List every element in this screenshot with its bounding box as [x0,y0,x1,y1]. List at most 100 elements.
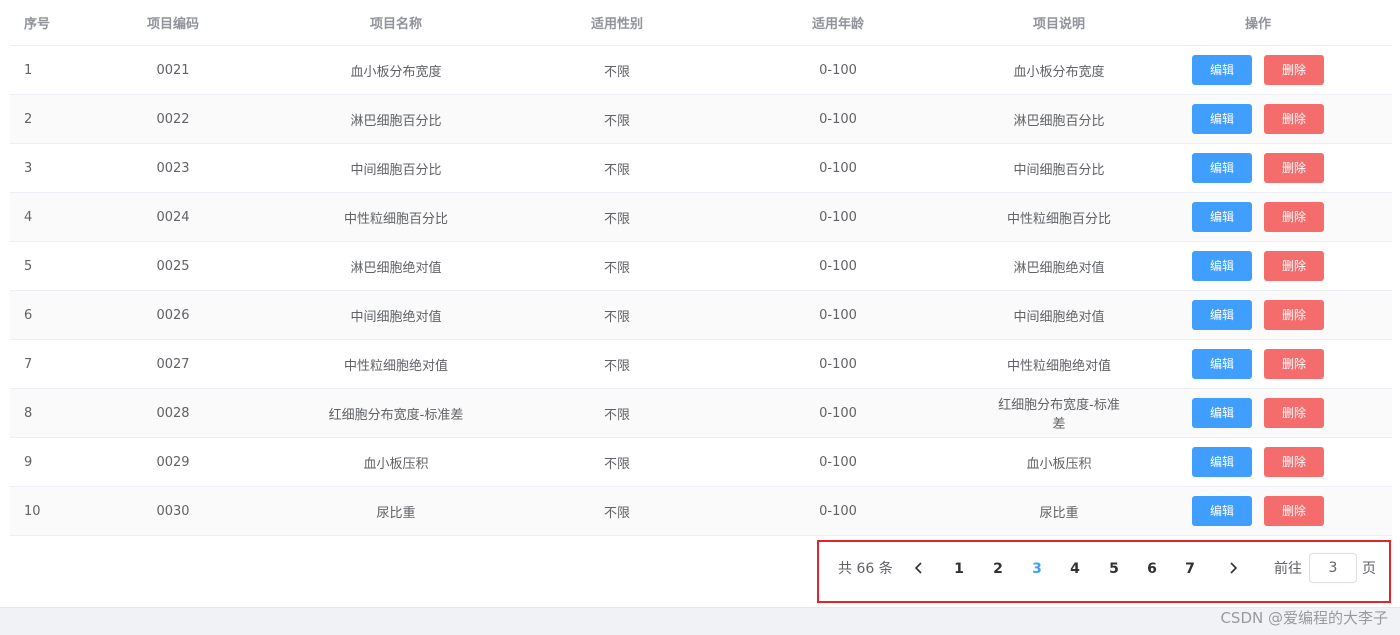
cell-name: 红细胞分布宽度-标准差 [240,388,552,438]
header-age: 适用年龄 [682,0,994,46]
header-gender: 适用性别 [552,0,682,46]
edit-button[interactable]: 编辑 [1192,349,1252,379]
cell-gender: 不限 [552,241,682,291]
edit-button[interactable]: 编辑 [1192,202,1252,232]
cell-index: 2 [10,94,106,144]
edit-button[interactable]: 编辑 [1192,300,1252,330]
table-row: 10 0030 尿比重 不限 0-100 尿比重 编辑 删除 [10,486,1392,536]
cell-name: 血小板分布宽度 [240,45,552,95]
goto-page-input[interactable] [1309,553,1357,583]
cell-code: 0030 [106,486,240,536]
cell-code: 0025 [106,241,240,291]
edit-button[interactable]: 编辑 [1192,55,1252,85]
delete-button[interactable]: 删除 [1264,55,1324,85]
edit-button[interactable]: 编辑 [1192,153,1252,183]
table-row: 5 0025 淋巴细胞绝对值 不限 0-100 淋巴细胞绝对值 编辑 删除 [10,241,1392,291]
cell-actions: 编辑 删除 [1124,143,1392,193]
pagination-highlight-box: 共 66 条 1 2 3 4 5 6 7 前往 页 [817,540,1391,603]
page-5[interactable]: 5 [1102,559,1126,579]
header-actions: 操作 [1124,0,1392,46]
table-row: 8 0028 红细胞分布宽度-标准差 不限 0-100 红细胞分布宽度-标准差 … [10,388,1392,438]
cell-actions: 编辑 删除 [1124,388,1392,438]
edit-button[interactable]: 编辑 [1192,398,1252,428]
cell-code: 0026 [106,290,240,340]
cell-age: 0-100 [682,290,994,340]
watermark: CSDN @爱编程的大李子 [1220,609,1388,627]
cell-gender: 不限 [552,388,682,438]
cell-actions: 编辑 删除 [1124,486,1392,536]
cell-code: 0022 [106,94,240,144]
data-table: 序号 项目编码 项目名称 适用性别 适用年龄 项目说明 操作 1 0021 血小… [10,0,1392,536]
cell-code: 0028 [106,388,240,438]
page-2[interactable]: 2 [986,559,1010,579]
cell-desc: 中间细胞绝对值 [994,290,1124,340]
header-index: 序号 [10,0,106,46]
chevron-right-icon[interactable] [1223,559,1243,579]
page-3-current[interactable]: 3 [1025,559,1049,579]
delete-button[interactable]: 删除 [1264,251,1324,281]
delete-button[interactable]: 删除 [1264,202,1324,232]
table-row: 1 0021 血小板分布宽度 不限 0-100 血小板分布宽度 编辑 删除 [10,45,1392,95]
cell-code: 0027 [106,339,240,389]
delete-button[interactable]: 删除 [1264,153,1324,183]
cell-actions: 编辑 删除 [1124,339,1392,389]
cell-desc: 中性粒细胞绝对值 [994,339,1124,389]
cell-actions: 编辑 删除 [1124,241,1392,291]
edit-button[interactable]: 编辑 [1192,447,1252,477]
cell-actions: 编辑 删除 [1124,437,1392,487]
cell-age: 0-100 [682,388,994,438]
cell-actions: 编辑 删除 [1124,45,1392,95]
bottom-bar [0,607,1400,635]
cell-gender: 不限 [552,192,682,242]
goto-suffix: 页 [1362,561,1376,577]
header-desc: 项目说明 [994,0,1124,46]
page-1[interactable]: 1 [947,559,971,579]
cell-code: 0024 [106,192,240,242]
header-name: 项目名称 [240,0,552,46]
cell-gender: 不限 [552,339,682,389]
table-row: 4 0024 中性粒细胞百分比 不限 0-100 中性粒细胞百分比 编辑 删除 [10,192,1392,242]
cell-code: 0029 [106,437,240,487]
edit-button[interactable]: 编辑 [1192,104,1252,134]
header-code: 项目编码 [106,0,240,46]
cell-name: 中性粒细胞绝对值 [240,339,552,389]
cell-name: 血小板压积 [240,437,552,487]
cell-index: 7 [10,339,106,389]
edit-button[interactable]: 编辑 [1192,496,1252,526]
cell-age: 0-100 [682,339,994,389]
cell-desc: 中性粒细胞百分比 [994,192,1124,242]
cell-actions: 编辑 删除 [1124,94,1392,144]
cell-gender: 不限 [552,486,682,536]
cell-age: 0-100 [682,241,994,291]
table-row: 6 0026 中间细胞绝对值 不限 0-100 中间细胞绝对值 编辑 删除 [10,290,1392,340]
cell-code: 0023 [106,143,240,193]
cell-gender: 不限 [552,94,682,144]
page-4[interactable]: 4 [1063,559,1087,579]
pagination-total: 共 66 条 [838,561,893,577]
delete-button[interactable]: 删除 [1264,496,1324,526]
cell-desc: 红细胞分布宽度-标准差 [994,388,1124,438]
cell-index: 3 [10,143,106,193]
table-header-row: 序号 项目编码 项目名称 适用性别 适用年龄 项目说明 操作 [10,0,1392,46]
delete-button[interactable]: 删除 [1264,447,1324,477]
chevron-left-icon[interactable] [909,559,929,579]
cell-gender: 不限 [552,45,682,95]
cell-name: 尿比重 [240,486,552,536]
page-7[interactable]: 7 [1178,559,1202,579]
cell-desc: 中间细胞百分比 [994,143,1124,193]
cell-age: 0-100 [682,45,994,95]
edit-button[interactable]: 编辑 [1192,251,1252,281]
page-6[interactable]: 6 [1140,559,1164,579]
delete-button[interactable]: 删除 [1264,300,1324,330]
cell-name: 淋巴细胞百分比 [240,94,552,144]
delete-button[interactable]: 删除 [1264,398,1324,428]
delete-button[interactable]: 删除 [1264,349,1324,379]
cell-name: 淋巴细胞绝对值 [240,241,552,291]
cell-index: 9 [10,437,106,487]
delete-button[interactable]: 删除 [1264,104,1324,134]
cell-index: 4 [10,192,106,242]
table-row: 9 0029 血小板压积 不限 0-100 血小板压积 编辑 删除 [10,437,1392,487]
cell-desc: 淋巴细胞百分比 [994,94,1124,144]
goto-label: 前往 [1274,561,1302,577]
cell-gender: 不限 [552,437,682,487]
